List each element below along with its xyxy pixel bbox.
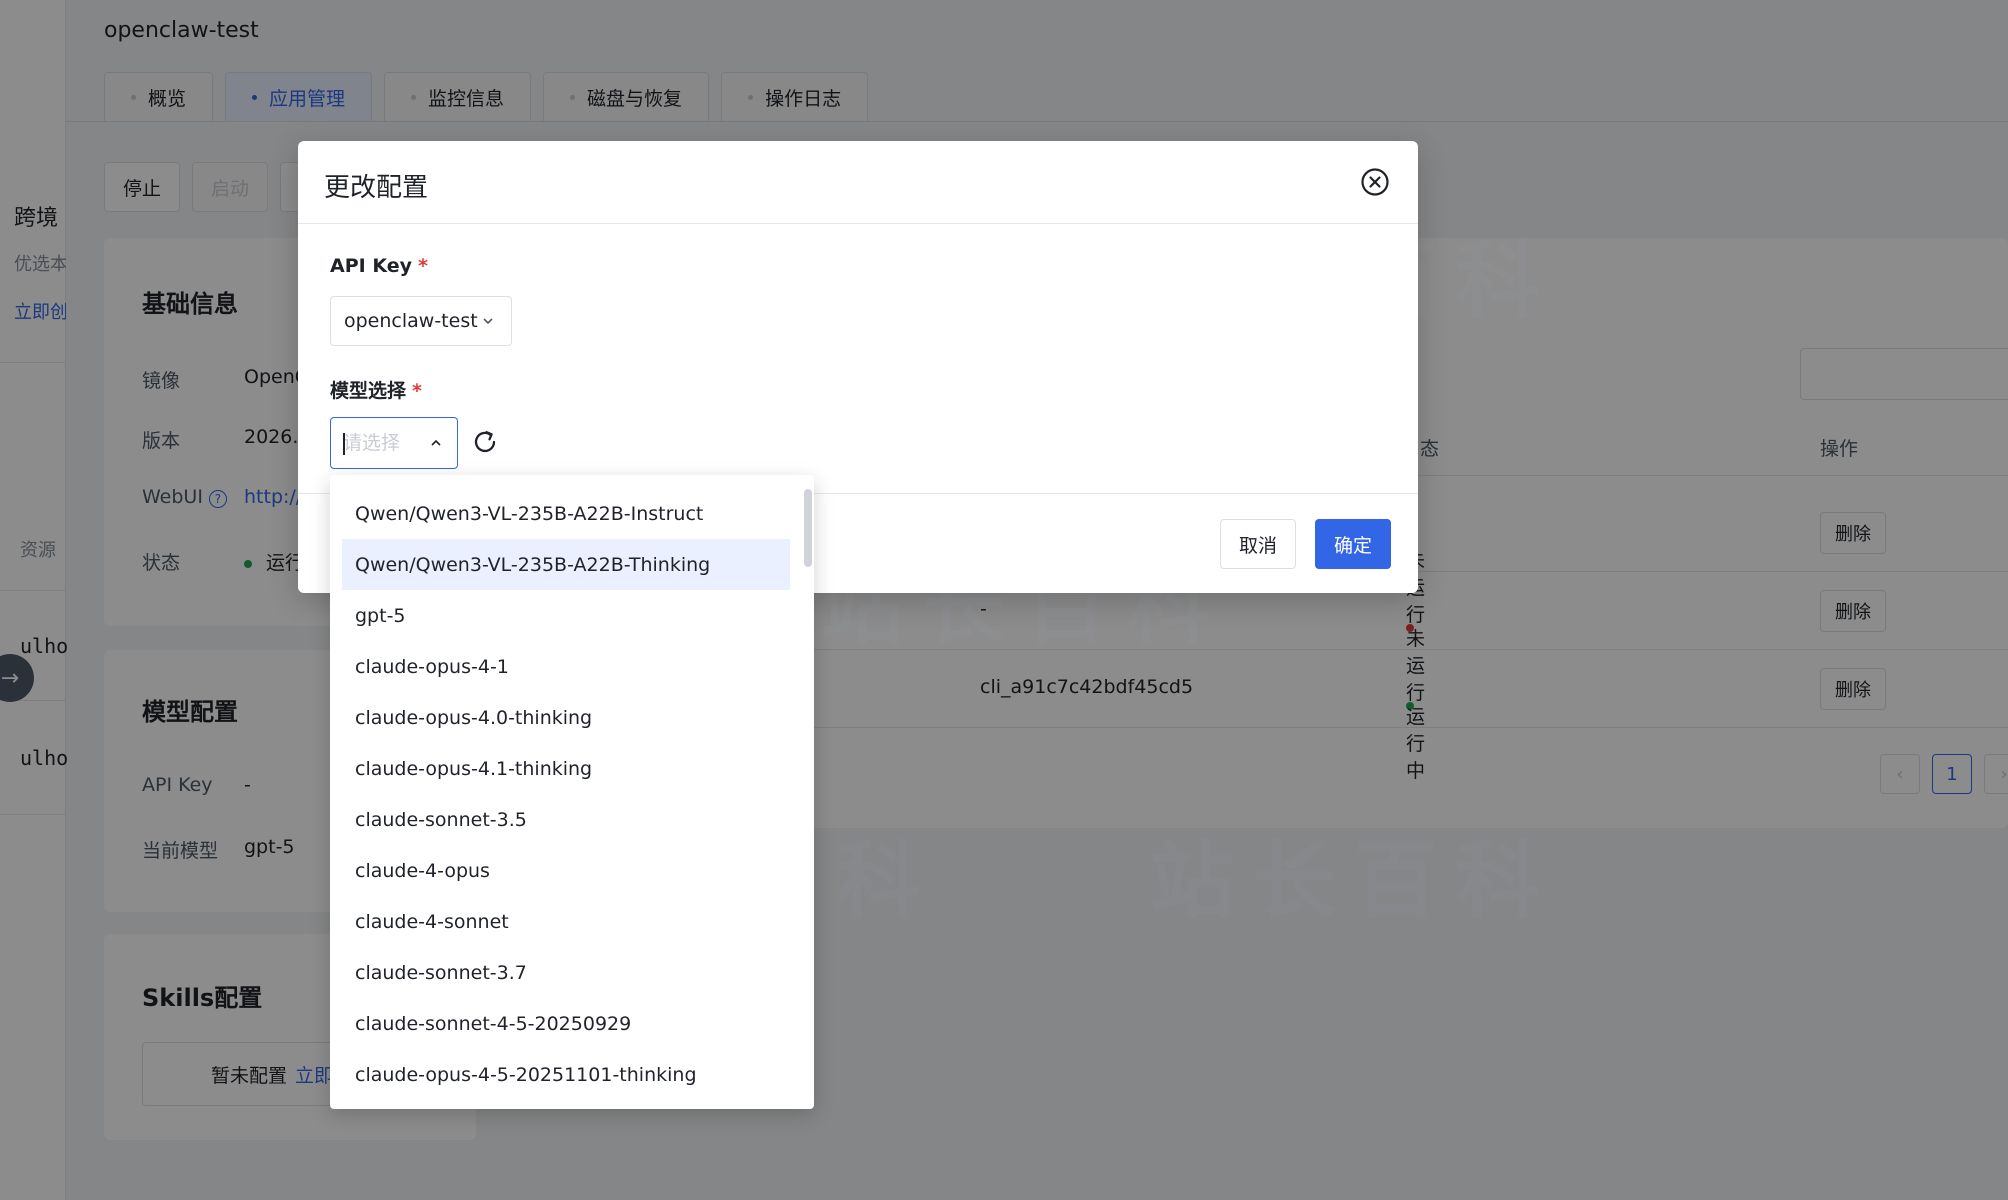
model-search-input[interactable] [343,432,421,454]
dropdown-option[interactable]: claude-opus-4.1-thinking [342,743,790,794]
dropdown-option[interactable]: claude-opus-4-5-20251101-thinking [342,1049,790,1100]
dropdown-scrollbar[interactable] [804,489,812,567]
apikey-select[interactable]: openclaw-test [330,296,512,346]
dropdown-option[interactable]: claude-sonnet-3.5 [342,794,790,845]
dropdown-option[interactable]: Qwen/Qwen3-VL-235B-A22B-Instruct [342,488,790,539]
apikey-label-text: API Key [330,255,412,277]
dropdown-option[interactable]: claude-4-opus [342,845,790,896]
divider [298,223,1418,224]
dropdown-option[interactable]: gpt-5 [342,590,790,641]
model-select[interactable] [330,417,458,469]
confirm-button[interactable]: 确定 [1315,519,1391,569]
model-field-label: 模型选择 * [330,376,422,403]
chevron-up-icon [431,439,441,446]
cancel-button[interactable]: 取消 [1220,519,1296,569]
dropdown-option[interactable]: claude-4-sonnet [342,896,790,947]
text-caret [343,433,345,455]
modal-title: 更改配置 [324,173,429,203]
model-dropdown: Qwen/Qwen3-VL-235B-A22B-Instruct Qwen/Qw… [330,475,814,1109]
refresh-icon[interactable] [470,427,500,457]
close-icon[interactable] [1360,167,1390,197]
required-mark: * [417,255,428,277]
dropdown-option[interactable]: claude-sonnet-4-5-20250929 [342,998,790,1049]
required-mark: * [412,380,422,402]
chevron-down-icon [483,318,493,325]
dropdown-option[interactable]: claude-opus-4.0-thinking [342,692,790,743]
apikey-field-label: API Key * [330,255,428,277]
dropdown-option[interactable]: Qwen/Qwen3-VL-235B-A22B-Thinking [342,539,790,590]
dropdown-option[interactable]: claude-sonnet-3.7 [342,947,790,998]
model-label-text: 模型选择 [330,380,407,402]
dropdown-option[interactable]: claude-opus-4-1 [342,641,790,692]
apikey-select-value: openclaw-test [344,310,478,332]
